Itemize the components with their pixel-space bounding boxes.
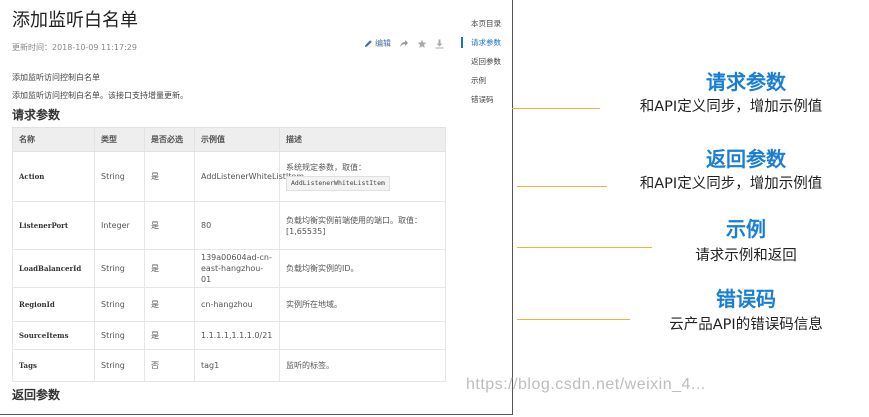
toc-item-error-codes[interactable]: 错误码 bbox=[461, 90, 512, 109]
toc-item-return-params[interactable]: 返回参数 bbox=[461, 52, 512, 71]
param-description-text: 系统规定参数，取值： bbox=[286, 163, 366, 172]
param-name: LoadBalancerId bbox=[12, 249, 95, 288]
intro-title: 添加监听访问控制白名单 bbox=[12, 73, 100, 82]
annotation-desc-request-params: 和API定义同步，增加示例值 bbox=[639, 99, 823, 115]
param-name: RegionId bbox=[12, 287, 95, 322]
col-header-type: 类型 bbox=[94, 127, 145, 152]
param-description: 实例所在地域。 bbox=[279, 287, 446, 322]
param-example: 1.1.1.1,1.1.1.0/21 bbox=[194, 321, 280, 350]
annotation-connector-line bbox=[512, 108, 600, 109]
param-required: 是 bbox=[144, 249, 195, 288]
param-description: 负载均衡实例前端使用的端口。取值：[1,65535] bbox=[279, 201, 446, 250]
param-example: cn-hangzhou bbox=[194, 287, 280, 322]
param-description: 监听的标签。 bbox=[279, 349, 446, 382]
table-row: RegionId String 是 cn-hangzhou 实例所在地域。 bbox=[12, 287, 446, 322]
star-icon[interactable] bbox=[417, 39, 427, 49]
toc-item-request-params[interactable]: 请求参数 bbox=[461, 33, 512, 52]
annotation-desc-error-codes: 云产品API的错误码信息 bbox=[669, 317, 823, 333]
doc-panel: 添加监听白名单 更新时间：2018-10-09 11:17:29 编辑 添加监听… bbox=[0, 0, 513, 415]
param-description bbox=[279, 321, 446, 350]
param-example: tag1 bbox=[194, 349, 280, 382]
annotation-connector-line bbox=[517, 319, 630, 320]
annotation-title-error-codes: 错误码 bbox=[716, 287, 776, 311]
page-title: 添加监听白名单 bbox=[12, 10, 138, 31]
param-description: 负载均衡实例的ID。 bbox=[279, 249, 446, 288]
param-example: AddListenerWhiteListItem bbox=[194, 151, 304, 202]
request-params-heading: 请求参数 bbox=[12, 108, 61, 122]
download-icon[interactable] bbox=[435, 39, 444, 49]
param-required: 是 bbox=[144, 201, 195, 250]
param-name: ListenerPort bbox=[12, 201, 95, 250]
param-name: Action bbox=[12, 151, 95, 202]
return-params-heading: 返回参数 bbox=[12, 388, 61, 402]
annotation-connector-line bbox=[517, 186, 607, 187]
table-row: Action String 是 AddListenerWhiteListItem… bbox=[12, 151, 446, 202]
edit-label: 编辑 bbox=[375, 39, 391, 48]
table-row: LoadBalancerId String 是 139a00604ad-cn-e… bbox=[12, 249, 446, 288]
param-example: 80 bbox=[194, 201, 280, 250]
param-description: 系统规定参数，取值： AddListenerWhiteListItem bbox=[279, 151, 446, 202]
share-icon[interactable] bbox=[399, 39, 409, 48]
table-header-row: 名称 类型 是否必选 示例值 描述 bbox=[12, 127, 446, 152]
table-row: ListenerPort Integer 是 80 负载均衡实例前端使用的端口。… bbox=[12, 201, 446, 250]
param-required: 是 bbox=[144, 287, 195, 322]
param-example: 139a00604ad-cn-east-hangzhou-01 bbox=[194, 249, 280, 288]
page-toc: 本页目录 请求参数 返回参数 示例 错误码 bbox=[461, 14, 512, 109]
param-required: 是 bbox=[144, 321, 195, 350]
param-type: String bbox=[94, 349, 145, 382]
pencil-icon bbox=[364, 39, 373, 48]
param-code: AddListenerWhiteListItem bbox=[286, 176, 390, 191]
intro-description: 添加监听访问控制白名单。该接口支持增量更新。 bbox=[12, 91, 188, 100]
col-header-description: 描述 bbox=[279, 127, 446, 152]
table-row: SourceItems String 是 1.1.1.1,1.1.1.0/21 bbox=[12, 321, 446, 350]
param-name: Tags bbox=[12, 349, 95, 382]
watermark-text: https://blog.csdn.net/weixin_4... bbox=[466, 376, 706, 393]
param-type: String bbox=[94, 321, 145, 350]
toc-item-examples[interactable]: 示例 bbox=[461, 71, 512, 90]
annotation-title-examples: 示例 bbox=[726, 217, 766, 241]
annotation-title-return-params: 返回参数 bbox=[706, 147, 786, 171]
col-header-name: 名称 bbox=[12, 127, 95, 152]
annotation-title-request-params: 请求参数 bbox=[706, 70, 786, 94]
annotation-desc-return-params: 和API定义同步，增加示例值 bbox=[639, 176, 823, 192]
doc-actions: 编辑 bbox=[364, 38, 444, 49]
param-type: String bbox=[94, 249, 145, 288]
param-table: 名称 类型 是否必选 示例值 描述 Action String 是 AddLis… bbox=[12, 127, 446, 382]
param-required: 否 bbox=[144, 349, 195, 382]
param-type: String bbox=[94, 287, 145, 322]
param-required: 是 bbox=[144, 151, 195, 202]
col-header-required: 是否必选 bbox=[144, 127, 195, 152]
param-type: String bbox=[94, 151, 145, 202]
toc-item-page-contents[interactable]: 本页目录 bbox=[461, 14, 512, 33]
update-time: 更新时间：2018-10-09 11:17:29 bbox=[12, 43, 137, 52]
param-type: Integer bbox=[94, 201, 145, 250]
table-row: Tags String 否 tag1 监听的标签。 bbox=[12, 349, 446, 382]
annotation-desc-examples: 请求示例和返回 bbox=[695, 248, 797, 264]
param-name: SourceItems bbox=[12, 321, 95, 350]
col-header-example: 示例值 bbox=[194, 127, 280, 152]
edit-button[interactable]: 编辑 bbox=[364, 38, 391, 49]
